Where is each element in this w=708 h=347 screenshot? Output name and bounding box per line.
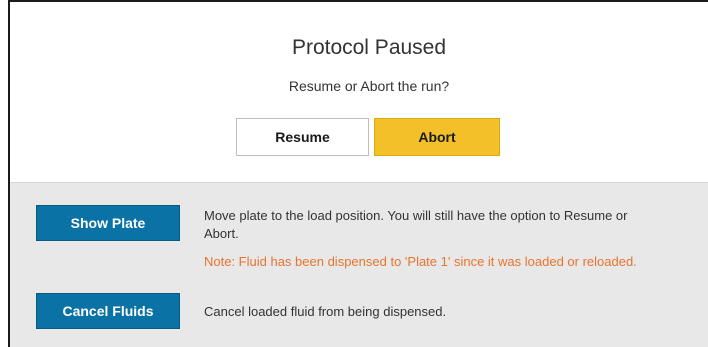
dialog-header-section: Protocol Paused Resume or Abort the run?…	[10, 0, 708, 182]
show-plate-description: Move plate to the load position. You wil…	[204, 208, 628, 241]
dialog-subtitle: Resume or Abort the run?	[288, 78, 450, 94]
dialog-title: Protocol Paused	[291, 36, 447, 59]
resume-button[interactable]: Resume	[236, 118, 369, 156]
protocol-paused-dialog: Protocol Paused Resume or Abort the run?…	[8, 0, 708, 347]
cancel-fluids-button[interactable]: Cancel Fluids	[36, 293, 180, 329]
show-plate-button[interactable]: Show Plate	[36, 205, 180, 241]
abort-button[interactable]: Abort	[374, 118, 500, 156]
show-plate-note: Note: Fluid has been dispensed to 'Plate…	[204, 254, 637, 269]
cancel-fluids-description: Cancel loaded fluid from being dispensed…	[204, 304, 447, 319]
options-panel: Show Plate Move plate to the load positi…	[10, 182, 708, 347]
